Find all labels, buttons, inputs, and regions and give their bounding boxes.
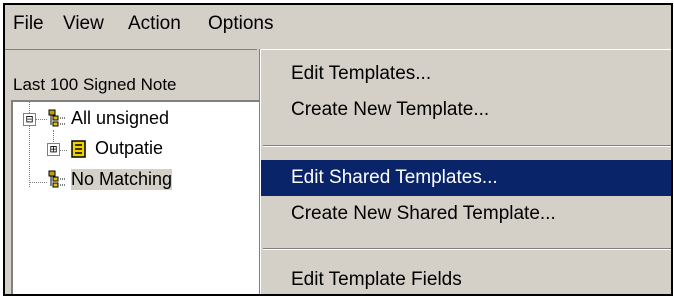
tree-node-label[interactable]: Outpatie [95, 138, 163, 159]
tree-node-label[interactable]: All unsigned [71, 108, 169, 129]
tree-list-icon [48, 109, 66, 127]
menubar-divider [5, 49, 257, 50]
tree-line [59, 150, 67, 151]
menu-item-create-new-shared-template[interactable]: Create New Shared Template... [261, 196, 671, 232]
menu-item-edit-template-fields[interactable]: Edit Template Fields [261, 262, 671, 294]
tree-line [29, 182, 47, 183]
menu-separator [263, 248, 671, 250]
application-window: File View Action Options Last 100 Signed… [3, 3, 673, 296]
menu-item-edit-shared-templates[interactable]: Edit Shared Templates... [261, 160, 671, 196]
tree-node-label[interactable]: No Matching [71, 169, 173, 190]
notes-tree[interactable]: ⊟ All unsigned ⊞ Outpatie No Matching [11, 100, 259, 294]
note-folder-icon [71, 140, 86, 158]
menu-options[interactable]: Options [208, 13, 273, 35]
tree-line [35, 119, 47, 120]
tree-list-icon [48, 170, 66, 188]
collapse-icon[interactable]: ⊟ [23, 113, 36, 126]
menu-separator [263, 145, 671, 147]
panel-label: Last 100 Signed Note [13, 75, 177, 94]
menu-view[interactable]: View [63, 13, 104, 35]
menu-item-create-new-template[interactable]: Create New Template... [261, 92, 671, 128]
options-dropdown-menu: Edit Templates... Create New Template...… [260, 49, 671, 294]
expand-icon[interactable]: ⊞ [47, 143, 60, 156]
menu-bar: File View Action Options [5, 5, 671, 45]
menu-action[interactable]: Action [128, 13, 181, 35]
menu-item-edit-templates[interactable]: Edit Templates... [261, 56, 671, 92]
menu-file[interactable]: File [13, 13, 44, 35]
